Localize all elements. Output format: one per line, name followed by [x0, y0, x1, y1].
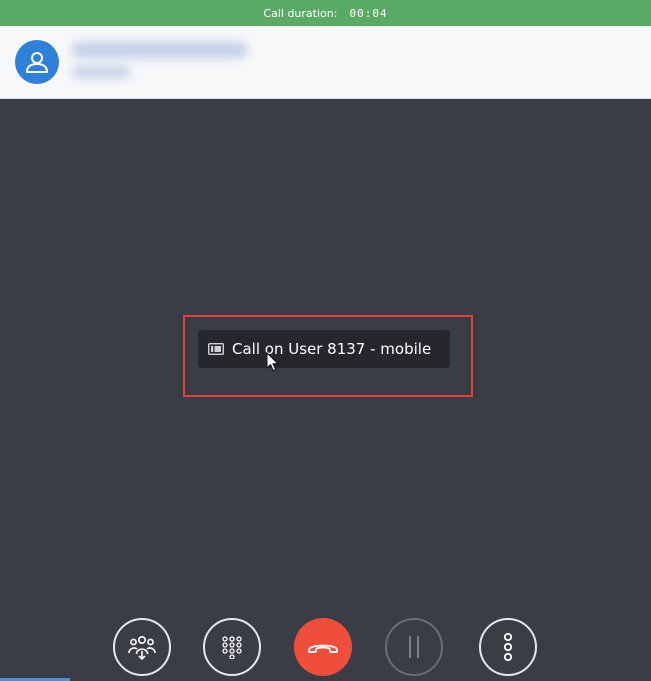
dialpad-icon [222, 636, 242, 659]
call-controls [0, 618, 651, 678]
more-button[interactable] [479, 618, 537, 676]
call-duration-value: 00:04 [349, 6, 388, 20]
user-icon [26, 52, 48, 73]
contact-avatar[interactable] [15, 40, 59, 84]
contact-number-redacted [72, 66, 130, 78]
call-duration-bar: Call duration: 00:04 [0, 0, 651, 26]
device-tooltip[interactable]: Call on User 8137 - mobile [198, 330, 450, 368]
hangup-button[interactable] [294, 618, 352, 676]
group-icon [128, 635, 156, 660]
hangup-icon [308, 644, 338, 653]
contact-name-redacted [72, 42, 247, 58]
dialpad-button[interactable] [203, 618, 261, 676]
device-tooltip-label: Call on User 8137 - mobile [232, 340, 432, 358]
call-stage: Call on User 8137 - mobile [0, 99, 651, 681]
phone-device-icon [208, 343, 224, 355]
hold-button[interactable] [385, 618, 443, 676]
more-vertical-icon [503, 632, 513, 662]
call-window: Call duration: 00:04 Call on User 8137 -… [0, 0, 651, 681]
contact-header [0, 26, 651, 99]
call-duration-label: Call duration: [263, 6, 338, 20]
mouse-cursor-icon [266, 352, 280, 372]
pause-icon [409, 636, 419, 658]
conference-button[interactable] [113, 618, 171, 676]
